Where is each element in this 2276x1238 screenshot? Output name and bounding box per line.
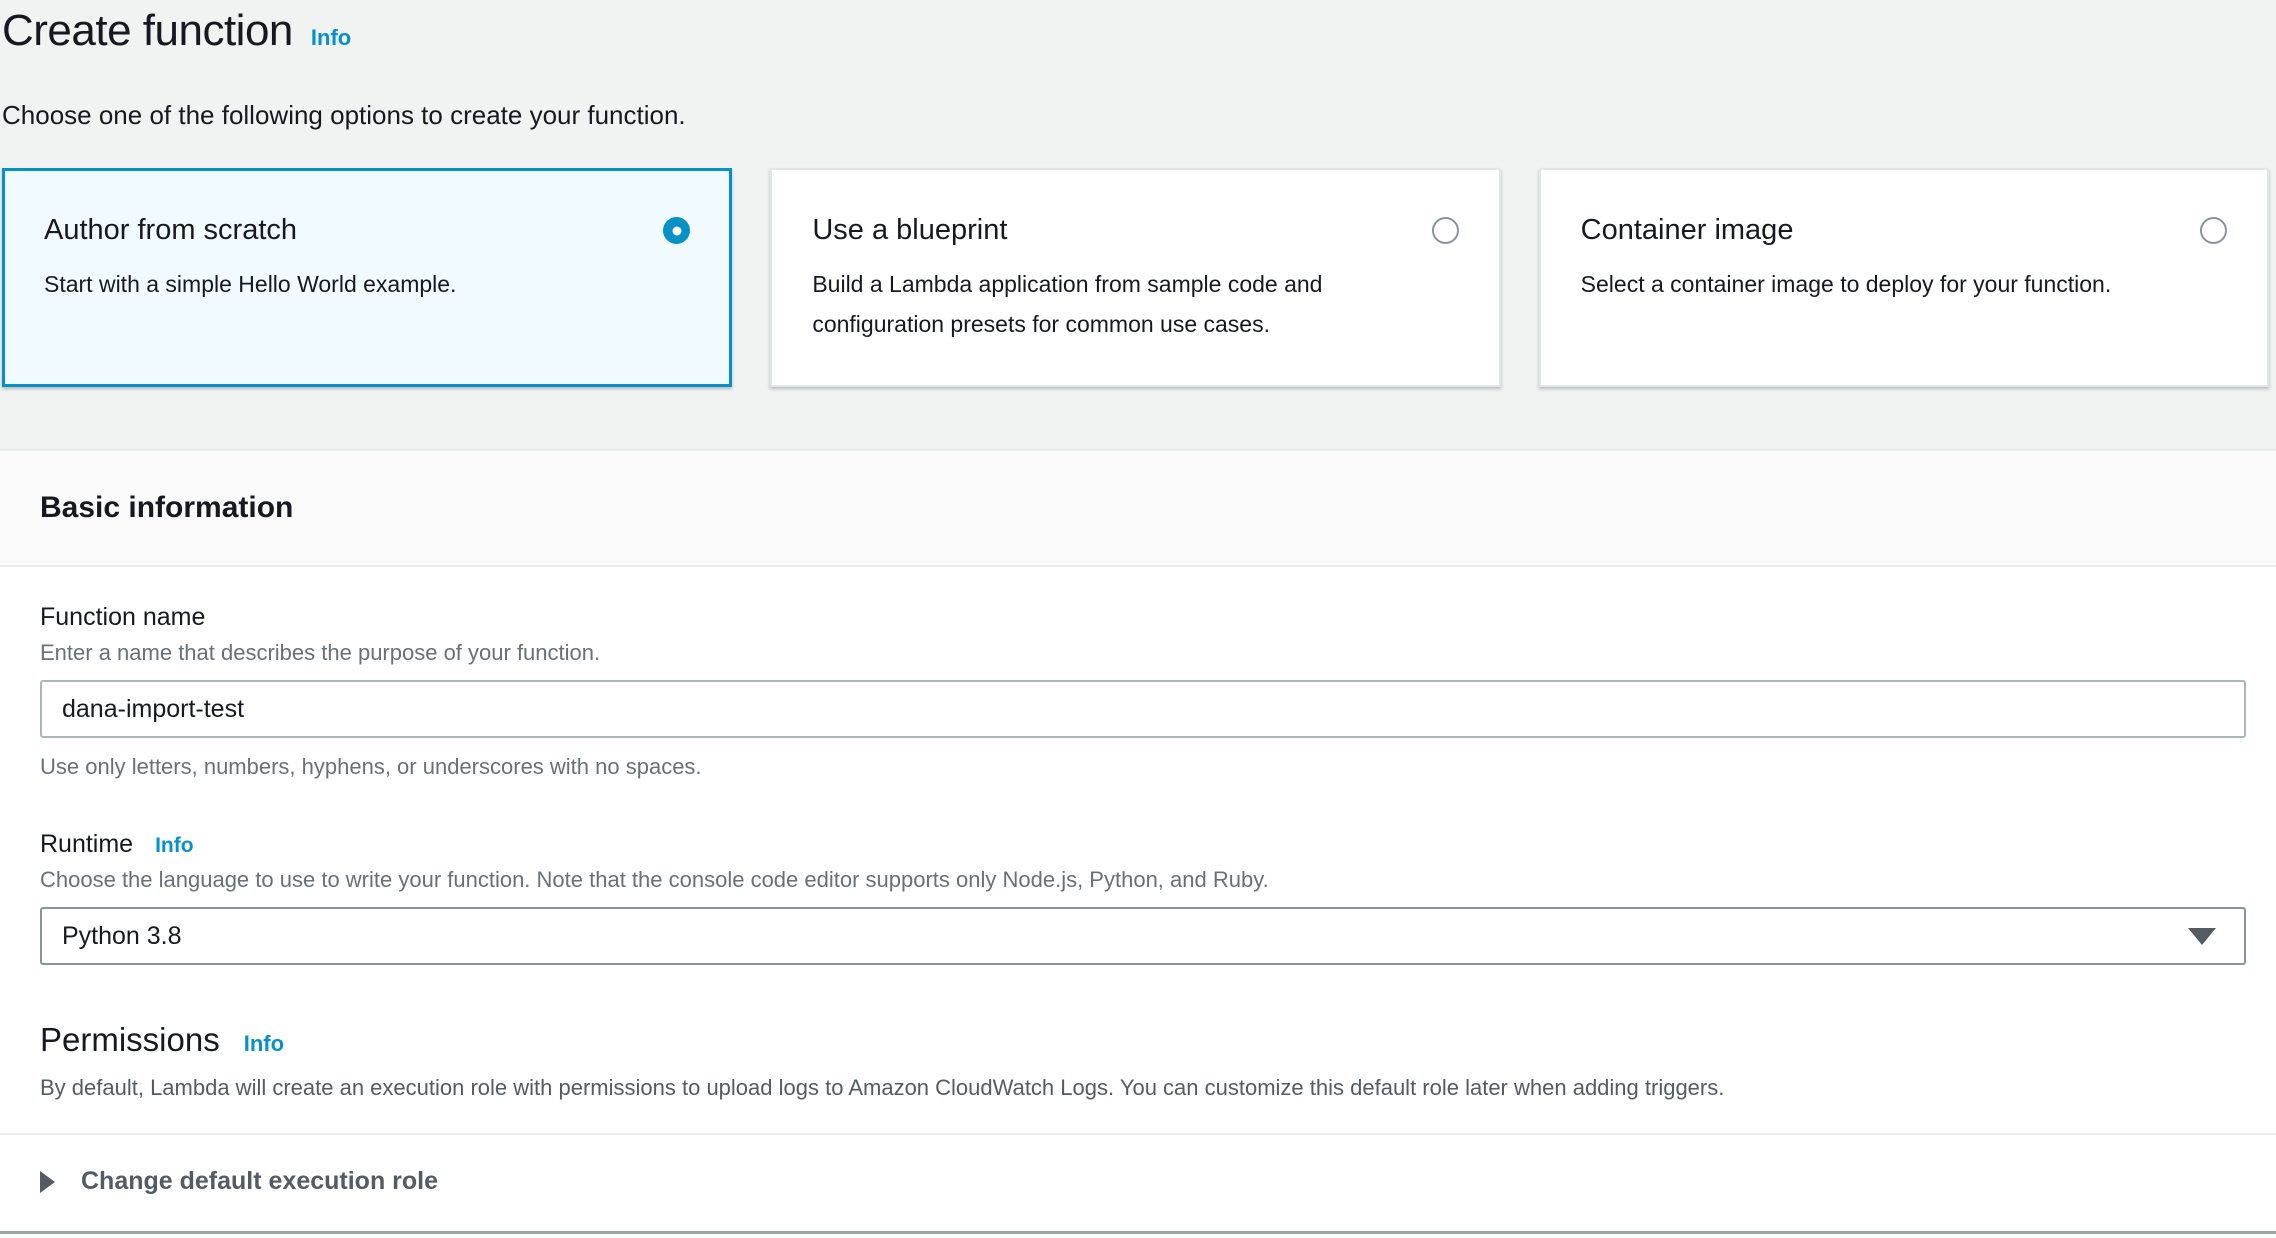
create-function-info-link[interactable]: Info [311, 25, 351, 51]
card-description: Build a Lambda application from sample c… [812, 264, 1458, 344]
radio-icon[interactable] [1432, 217, 1459, 244]
runtime-selected-value: Python 3.8 [62, 922, 182, 951]
function-name-label: Function name [40, 603, 2246, 632]
expand-arrow-icon [40, 1171, 55, 1193]
permissions-info-link[interactable]: Info [244, 1031, 284, 1057]
radio-selected-icon[interactable] [663, 217, 690, 244]
card-title-row: Author from scratch [44, 214, 690, 247]
bottom-divider [0, 1231, 2276, 1234]
permissions-section: Permissions Info By default, Lambda will… [40, 1021, 2246, 1101]
change-execution-role-expander[interactable]: Change default execution role [40, 1167, 2246, 1196]
card-author-from-scratch[interactable]: Author from scratch Start with a simple … [2, 168, 732, 387]
permissions-heading: Permissions [40, 1021, 220, 1059]
card-description: Start with a simple Hello World example. [44, 264, 690, 304]
card-title: Use a blueprint [812, 214, 1007, 247]
runtime-field: Runtime Info Choose the language to use … [40, 830, 2246, 965]
card-description: Select a container image to deploy for y… [1581, 264, 2227, 304]
function-name-constraint: Use only letters, numbers, hyphens, or u… [40, 754, 2246, 780]
chevron-down-icon [2188, 928, 2216, 945]
permissions-description: By default, Lambda will create an execut… [40, 1075, 2246, 1101]
function-name-field: Function name Enter a name that describe… [40, 603, 2246, 780]
card-title-row: Use a blueprint [812, 214, 1458, 247]
function-name-input[interactable] [40, 680, 2246, 738]
expander-label: Change default execution role [81, 1167, 438, 1196]
runtime-info-link[interactable]: Info [155, 834, 193, 858]
permissions-heading-row: Permissions Info [40, 1021, 2246, 1059]
radio-icon[interactable] [2200, 217, 2227, 244]
card-use-a-blueprint[interactable]: Use a blueprint Build a Lambda applicati… [770, 168, 1500, 387]
runtime-label-row: Runtime Info [40, 830, 2246, 859]
basic-information-heading: Basic information [40, 491, 293, 525]
runtime-description: Choose the language to use to write your… [40, 867, 2246, 893]
runtime-label: Runtime [40, 830, 133, 859]
card-title: Author from scratch [44, 214, 297, 247]
page-title: Create function [2, 6, 293, 56]
basic-information-header: Basic information [0, 449, 2276, 567]
page-subtitle: Choose one of the following options to c… [2, 100, 2276, 131]
card-container-image[interactable]: Container image Select a container image… [1539, 168, 2269, 387]
function-name-description: Enter a name that describes the purpose … [40, 640, 2246, 666]
page-header: Create function Info Choose one of the f… [0, 0, 2276, 131]
title-row: Create function Info [2, 6, 2276, 56]
creation-option-cards: Author from scratch Start with a simple … [2, 168, 2269, 387]
card-title-row: Container image [1581, 214, 2227, 247]
section-divider [0, 1133, 2276, 1135]
form-content: Function name Enter a name that describe… [0, 567, 2276, 1238]
runtime-select[interactable]: Python 3.8 [40, 907, 2246, 965]
card-title: Container image [1581, 214, 1794, 247]
